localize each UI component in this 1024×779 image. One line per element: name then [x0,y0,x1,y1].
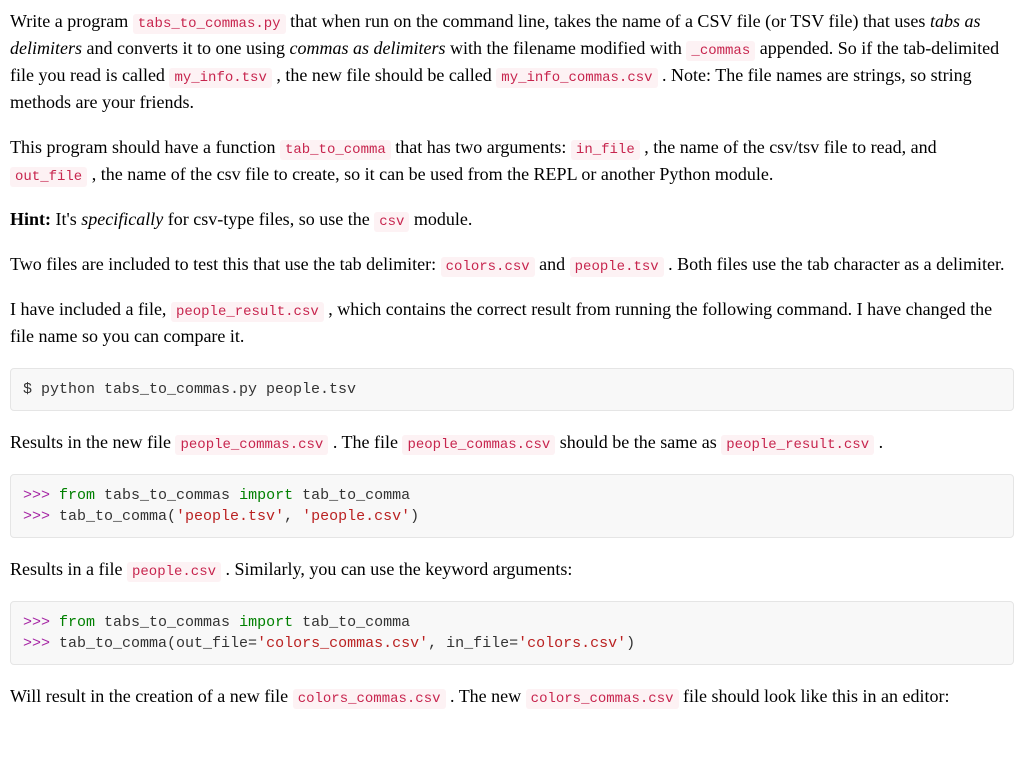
code-suffix: _commas [686,41,755,61]
paragraph-testfiles: Two files are included to test this that… [10,251,1014,278]
italic-text: specifically [81,209,163,229]
code-argname: out_file [10,167,87,187]
string-literal: 'people.csv' [302,508,410,525]
call-text: ) [410,508,419,525]
code-filename: people_result.csv [721,435,874,455]
paragraph-result3: Will result in the creation of a new fil… [10,683,1014,710]
text: Results in the new file [10,432,175,452]
keyword-from: from [59,487,95,504]
module-name: tabs_to_commas [95,487,239,504]
code-filename: people.tsv [570,257,664,277]
code-block-repl-1: >>> from tabs_to_commas import tab_to_co… [10,474,1014,538]
code-filename: people_commas.csv [175,435,328,455]
text: . The file [328,432,402,452]
text: and converts it to one using [82,38,289,58]
text: , the name of the csv/tsv file to read, … [640,137,937,157]
repl-prompt: >>> [23,487,59,504]
keyword-import: import [239,614,293,631]
call-text: , [284,508,302,525]
code-filename: my_info.tsv [169,68,271,88]
text: that has two arguments: [391,137,571,157]
call-text: , in_file= [428,635,518,652]
text: Results in a file [10,559,127,579]
code-filename: people_commas.csv [402,435,555,455]
call-text: tab_to_comma(out_file= [59,635,257,652]
repl-prompt: >>> [23,635,59,652]
text: for csv-type files, so use the [163,209,374,229]
code-block-repl-2: >>> from tabs_to_commas import tab_to_co… [10,601,1014,665]
code-argname: in_file [571,140,640,160]
paragraph-result1: Results in the new file people_commas.cs… [10,429,1014,456]
text: Will result in the creation of a new fil… [10,686,293,706]
keyword-from: from [59,614,95,631]
text: . Both files use the tab character as a … [664,254,1005,274]
string-literal: 'colors_commas.csv' [257,635,428,652]
shell-line: $ python tabs_to_commas.py people.tsv [23,381,356,398]
paragraph-function: This program should have a function tab_… [10,134,1014,188]
code-filename: colors_commas.csv [293,689,446,709]
code-filename: my_info_commas.csv [496,68,657,88]
call-text: ) [626,635,635,652]
text: should be the same as [555,432,721,452]
code-block-shell: $ python tabs_to_commas.py people.tsv [10,368,1014,411]
code-module: csv [374,212,409,232]
string-literal: 'colors.csv' [518,635,626,652]
call-text: tab_to_comma( [59,508,176,525]
text: I have included a file, [10,299,171,319]
text: Two files are included to test this that… [10,254,441,274]
code-filename: tabs_to_commas.py [133,14,286,34]
text: and [535,254,570,274]
italic-text: commas as delimiters [289,38,445,58]
import-name: tab_to_comma [293,614,410,631]
string-literal: 'people.tsv' [176,508,284,525]
import-name: tab_to_comma [293,487,410,504]
text: that when run on the command line, takes… [286,11,930,31]
keyword-import: import [239,487,293,504]
text: This program should have a function [10,137,280,157]
text: with the filename modified with [445,38,686,58]
paragraph-hint: Hint: It's specifically for csv-type fil… [10,206,1014,233]
code-filename: colors_commas.csv [526,689,679,709]
module-name: tabs_to_commas [95,614,239,631]
paragraph-intro: Write a program tabs_to_commas.py that w… [10,8,1014,116]
text: . Similarly, you can use the keyword arg… [221,559,572,579]
code-filename: people.csv [127,562,221,582]
text: , the name of the csv file to create, so… [87,164,773,184]
text: It's [51,209,81,229]
text: Write a program [10,11,133,31]
paragraph-result2: Results in a file people.csv . Similarly… [10,556,1014,583]
paragraph-resultfile: I have included a file, people_result.cs… [10,296,1014,350]
hint-label: Hint: [10,209,51,229]
text: . The new [446,686,526,706]
code-filename: people_result.csv [171,302,324,322]
text: module. [409,209,472,229]
text: file should look like this in an editor: [679,686,950,706]
text: , the new file should be called [272,65,496,85]
repl-prompt: >>> [23,614,59,631]
text: . [874,432,883,452]
code-funcname: tab_to_comma [280,140,391,160]
repl-prompt: >>> [23,508,59,525]
code-filename: colors.csv [441,257,535,277]
